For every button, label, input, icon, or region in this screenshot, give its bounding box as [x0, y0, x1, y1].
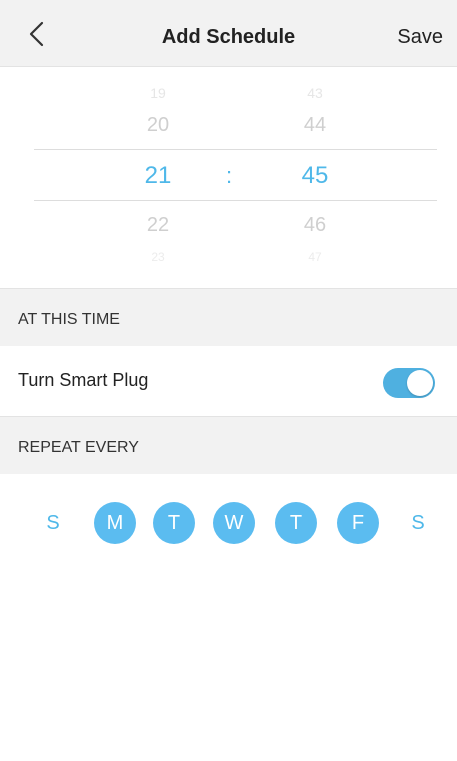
row-label: Turn Smart Plug [18, 370, 149, 390]
time-picker[interactable]: 19 20 21 22 23 : 43 44 45 46 47 [0, 67, 457, 288]
day-sunday[interactable]: S [32, 502, 74, 544]
minute-option[interactable]: 46 [275, 214, 355, 237]
day-tuesday[interactable]: T [153, 502, 195, 544]
section-label: REPEAT EVERY [18, 439, 139, 456]
day-wednesday[interactable]: W [213, 502, 255, 544]
day-selector: S M T W T F S [0, 474, 457, 574]
day-saturday[interactable]: S [397, 502, 439, 544]
time-separator: : [226, 163, 233, 188]
page-title: Add Schedule [161, 26, 296, 48]
back-button[interactable] [22, 18, 54, 50]
day-monday[interactable]: M [94, 502, 136, 544]
hour-selected[interactable]: 21 [118, 162, 198, 190]
minute-option[interactable]: 43 [275, 85, 355, 101]
day-thursday[interactable]: T [275, 502, 317, 544]
nav-header: Add Schedule Save [0, 0, 457, 67]
hour-wheel[interactable]: 19 20 21 22 23 [118, 67, 198, 288]
hour-option[interactable]: 23 [118, 250, 198, 264]
selection-line-bottom [34, 200, 437, 201]
hour-option[interactable]: 20 [118, 114, 198, 137]
hour-option[interactable]: 19 [118, 85, 198, 101]
minute-option[interactable]: 47 [275, 250, 355, 264]
repeat-every-header: REPEAT EVERY [0, 416, 457, 474]
toggle-knob [407, 370, 433, 396]
turn-smart-plug-row: Turn Smart Plug [0, 346, 457, 416]
minute-option[interactable]: 44 [275, 114, 355, 137]
save-button[interactable]: Save [397, 26, 443, 49]
minute-wheel[interactable]: 43 44 45 46 47 [275, 67, 355, 288]
chevron-left-icon [29, 21, 44, 47]
minute-selected[interactable]: 45 [275, 162, 355, 190]
day-friday[interactable]: F [337, 502, 379, 544]
selection-line-top [34, 149, 437, 150]
hour-option[interactable]: 22 [118, 214, 198, 237]
section-label: AT THIS TIME [18, 311, 120, 328]
add-schedule-screen: Add Schedule Save 19 20 21 22 23 : 43 44… [0, 0, 457, 761]
smart-plug-toggle[interactable] [383, 368, 435, 398]
at-this-time-header: AT THIS TIME [0, 288, 457, 346]
